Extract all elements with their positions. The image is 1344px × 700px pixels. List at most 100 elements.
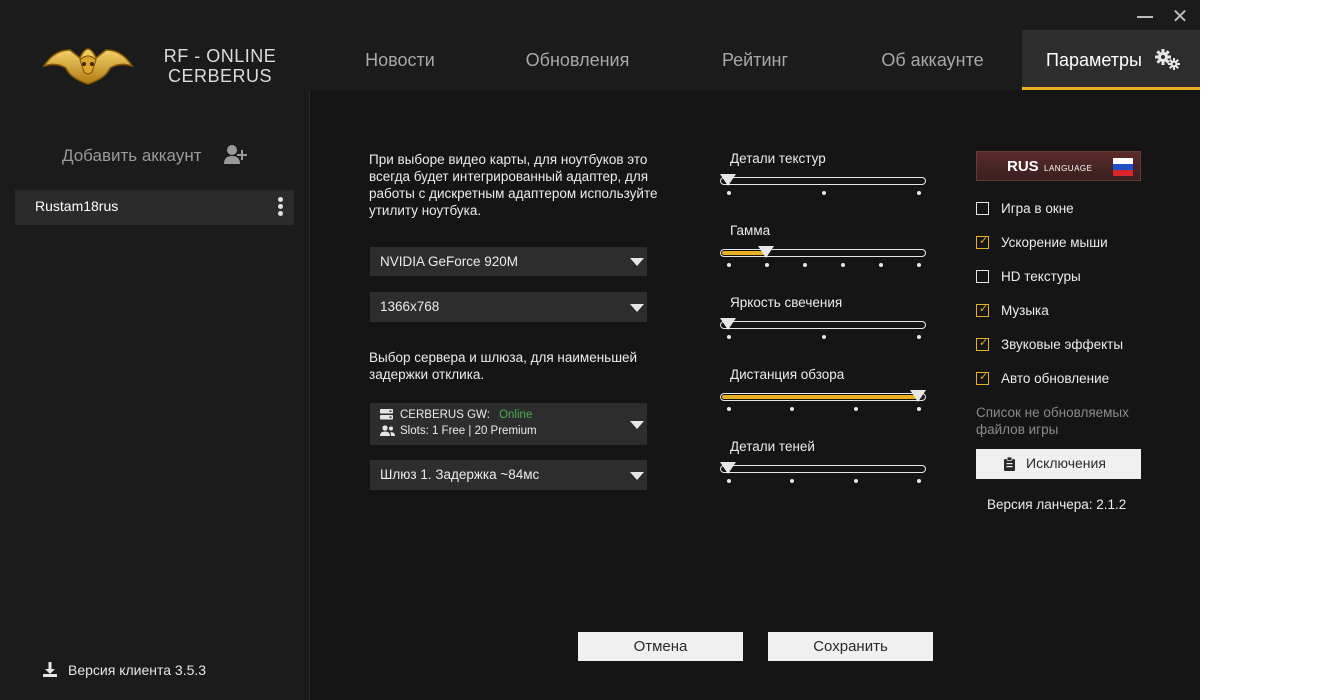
close-button[interactable]: ✕ — [1169, 6, 1191, 26]
slider-ticks — [720, 407, 926, 411]
resolution-select-value: 1366x768 — [380, 299, 440, 314]
slider-tick — [853, 479, 858, 483]
cancel-button[interactable]: Отмена — [578, 632, 743, 661]
tab-news[interactable]: Новости — [330, 30, 470, 90]
checkbox-unchecked[interactable] — [976, 202, 989, 215]
add-user-icon[interactable] — [224, 144, 248, 166]
slider-tick — [765, 263, 769, 267]
slider-label: Детали текстур — [730, 151, 826, 166]
exclusions-button[interactable]: Исключения — [976, 449, 1141, 479]
chevron-down-icon — [627, 403, 647, 445]
slider-tick — [917, 479, 921, 483]
checkbox-row[interactable]: ✓ Авто обновление — [976, 370, 1146, 388]
slider-ticks — [720, 335, 926, 339]
slider-ticks — [720, 263, 926, 267]
settings-panel: При выборе видео карты, для ноутбуков эт… — [310, 90, 1200, 700]
slider-tick — [727, 407, 731, 411]
gpu-select[interactable]: NVIDIA GeForce 920M — [370, 247, 647, 276]
slider-tick — [822, 191, 826, 195]
chevron-down-icon — [627, 247, 647, 276]
download-icon — [43, 662, 57, 677]
checkbox-row[interactable]: HD текстуры — [976, 268, 1146, 286]
checkbox-row[interactable]: ✓ Ускорение мыши — [976, 234, 1146, 252]
checkmark-icon: ✓ — [979, 234, 989, 247]
slider-tick — [790, 407, 795, 411]
slider-thumb[interactable] — [910, 390, 926, 402]
checkbox-checked[interactable]: ✓ — [976, 234, 989, 249]
checkbox-row[interactable]: Игра в окне — [976, 200, 1146, 218]
tab-settings[interactable]: Параметры — [1022, 30, 1200, 90]
slider-thumb[interactable] — [720, 174, 736, 186]
slider-tick — [879, 263, 883, 267]
gpu-select-value: NVIDIA GeForce 920M — [380, 254, 519, 269]
server-status: Online — [499, 409, 533, 421]
chevron-down-icon — [627, 460, 647, 490]
logo-line-2: CERBERUS — [167, 66, 273, 86]
users-icon — [380, 425, 395, 436]
server-name: CERBERUS GW: — [400, 409, 490, 421]
slider-thumb[interactable] — [758, 246, 774, 258]
tab-rating[interactable]: Рейтинг — [690, 30, 820, 90]
checkmark-icon: ✓ — [979, 370, 989, 383]
slider-fill — [722, 395, 919, 399]
slider-tick — [727, 191, 731, 195]
minimize-button[interactable] — [1134, 6, 1156, 26]
checkbox-unchecked[interactable] — [976, 270, 989, 283]
slider-track[interactable] — [720, 318, 926, 330]
account-name: Rustam18rus — [35, 198, 119, 214]
slider-track[interactable] — [720, 174, 926, 186]
close-icon: ✕ — [1171, 4, 1189, 28]
slider-tick — [803, 263, 807, 267]
add-account-button[interactable]: Добавить аккаунт — [62, 146, 202, 166]
slider-track[interactable] — [720, 390, 926, 402]
account-list-item[interactable]: Rustam18rus — [15, 190, 294, 225]
slider-track[interactable] — [720, 246, 926, 258]
exclusions-button-label: Исключения — [1026, 455, 1106, 471]
exclusions-note: Список не обновляемых файлов игры — [976, 405, 1129, 437]
slider-tick — [917, 335, 921, 339]
language-button[interactable]: RUS LANGUAGE — [976, 151, 1141, 181]
gpu-note: При выборе видео карты, для ноутбуков эт… — [369, 152, 658, 218]
tab-updates[interactable]: Обновления — [505, 30, 650, 90]
checkbox-checked[interactable]: ✓ — [976, 370, 989, 385]
server-icon — [380, 409, 393, 420]
checkbox-row[interactable]: ✓ Звуковые эффекты — [976, 336, 1146, 354]
more-options-icon[interactable] — [276, 195, 284, 219]
server-slots: Slots: 1 Free | 20 Premium — [400, 425, 537, 437]
russia-flag-icon — [1113, 158, 1133, 176]
client-version-text: Версия клиента 3.5.3 — [68, 662, 207, 678]
save-button[interactable]: Сохранить — [768, 632, 933, 661]
slider-track[interactable] — [720, 462, 926, 474]
cerberus-logo-icon — [42, 48, 134, 85]
slider-tick — [822, 335, 826, 339]
server-select[interactable]: CERBERUS GW: Online Slots: 1 Free | 20 P… — [370, 403, 647, 445]
gateway-select[interactable]: Шлюз 1. Задержка ~84мс — [370, 460, 647, 490]
slider-tick — [841, 263, 845, 267]
language-code: RUS — [1007, 158, 1039, 175]
slider-ticks — [720, 479, 926, 483]
slider-tick — [790, 479, 795, 483]
clipboard-icon — [1004, 457, 1015, 471]
slider-tick — [853, 407, 858, 411]
checkmark-icon: ✓ — [979, 336, 989, 349]
launcher-version: Версия ланчера: 2.1.2 — [987, 497, 1127, 512]
resolution-select[interactable]: 1366x768 — [370, 292, 647, 322]
checkbox-label: Игра в окне — [1001, 201, 1074, 216]
logo-line-1: RF - ONLINE — [163, 46, 277, 66]
checkbox-row[interactable]: ✓ Музыка — [976, 302, 1146, 320]
tab-account[interactable]: Об аккаунте — [860, 30, 1005, 90]
gateway-select-value: Шлюз 1. Задержка ~84мс — [380, 467, 540, 482]
checkbox-label: HD текстуры — [1001, 269, 1081, 284]
logo-text: RF - ONLINE CERBERUS — [155, 46, 285, 86]
checkbox-checked[interactable]: ✓ — [976, 336, 989, 351]
slider-label: Яркость свечения — [730, 295, 843, 310]
slider-ticks — [720, 191, 926, 195]
slider-thumb[interactable] — [720, 318, 736, 330]
slider-thumb[interactable] — [720, 462, 736, 474]
slider-label: Гамма — [730, 223, 771, 238]
slider-tick — [727, 335, 731, 339]
slider-tick — [917, 191, 921, 195]
slider-tick — [917, 263, 921, 267]
checkbox-label: Авто обновление — [1001, 371, 1110, 386]
checkbox-checked[interactable]: ✓ — [976, 302, 989, 317]
